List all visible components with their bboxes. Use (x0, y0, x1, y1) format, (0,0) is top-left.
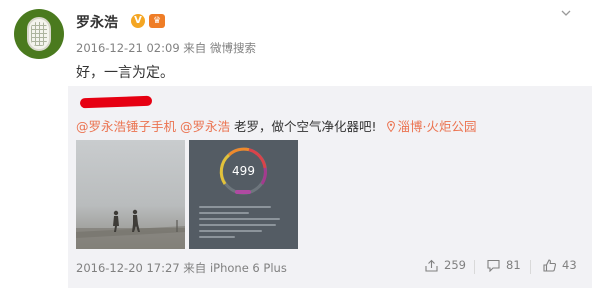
photo-fog-field-image (76, 140, 185, 249)
quoted-text: @罗永浩锤子手机 @罗永浩 老罗，做个空气净化器吧! 淄博·火炬公园 (76, 116, 476, 135)
comment-button[interactable]: 81 (487, 258, 521, 272)
post-timestamp[interactable]: 2016-12-21 02:09 (76, 41, 180, 55)
quoted-source-prefix: 来自 (183, 261, 207, 275)
avatar[interactable] (14, 9, 64, 59)
thumbs-up-icon (543, 258, 556, 272)
quoted-timestamp[interactable]: 2016-12-20 17:27 (76, 261, 180, 275)
comment-icon (487, 259, 500, 272)
quoted-body: 老罗，做个空气净化器吧! (230, 119, 377, 134)
verified-badge-icon[interactable]: V (131, 14, 145, 28)
comment-count: 81 (506, 258, 521, 272)
like-button[interactable]: 43 (543, 258, 577, 272)
like-count: 43 (562, 258, 577, 272)
aqi-value: 499 (232, 164, 255, 178)
divider (474, 260, 475, 274)
repost-icon (425, 259, 438, 272)
post-source[interactable]: 微博搜索 (210, 41, 256, 55)
quoted-meta: 2016-12-20 17:27 来自 iPhone 6 Plus (76, 260, 287, 276)
divider (530, 260, 531, 274)
author-name[interactable]: 罗永浩 (76, 12, 118, 32)
post-meta: 2016-12-21 02:09 来自 微博搜索 (76, 40, 256, 56)
repost-count: 259 (444, 258, 466, 272)
photo-air-quality-screen[interactable]: 499 (189, 140, 298, 249)
member-badge-icon[interactable]: ♛ (149, 14, 165, 28)
avatar-grille (31, 22, 47, 46)
location-link[interactable]: 淄博·火炬公园 (398, 119, 477, 134)
quoted-source[interactable]: iPhone 6 Plus (210, 261, 287, 275)
source-prefix: 来自 (183, 41, 207, 55)
chevron-down-icon[interactable] (561, 8, 571, 18)
repost-button[interactable]: 259 (425, 258, 466, 272)
post-text: 好，一言为定。 (76, 65, 174, 81)
mention-link[interactable]: @罗永浩 (180, 119, 230, 134)
aqi-level-badge (235, 190, 251, 194)
location-pin-icon (386, 121, 395, 132)
photo-fog-field[interactable] (76, 140, 185, 249)
aqi-description (199, 206, 289, 242)
mention-link[interactable]: @罗永浩锤子手机 (76, 119, 176, 134)
